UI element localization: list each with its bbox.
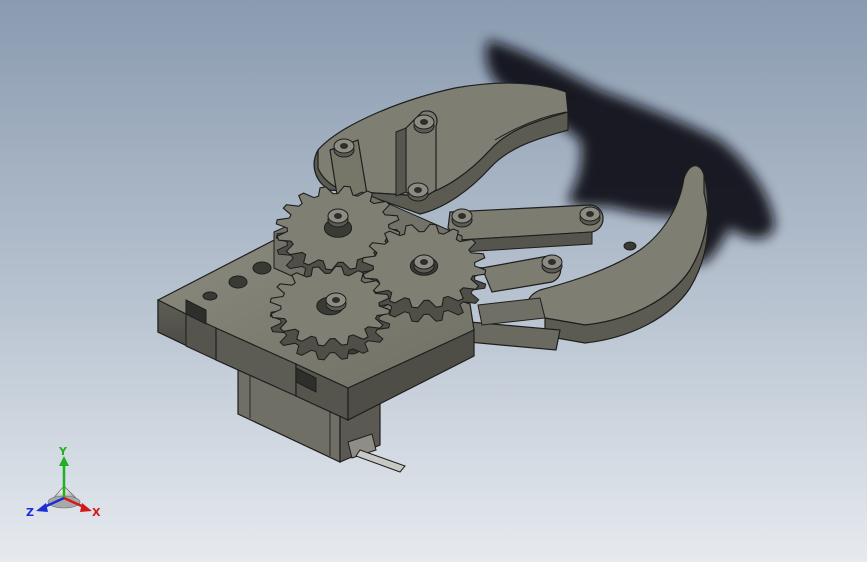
x-axis-arrow	[80, 503, 92, 512]
pivot-bolt	[541, 254, 563, 274]
pivot-bolt	[325, 292, 347, 312]
pivot-bolt	[407, 182, 429, 202]
3d-viewport[interactable]	[0, 0, 867, 562]
z-axis-label: Z	[26, 506, 34, 519]
y-axis-label: Y	[58, 446, 68, 458]
pivot-bolt	[333, 138, 355, 158]
pivot-bolt	[451, 208, 473, 228]
axis-triad: Y X Z	[22, 445, 106, 526]
pivot-bolt	[327, 208, 349, 228]
pivot-bolt	[413, 254, 435, 274]
pivot-bolt	[413, 114, 435, 134]
z-axis-arrow	[36, 503, 48, 512]
pivot-bolt	[579, 206, 601, 226]
x-axis-label: X	[92, 506, 101, 519]
